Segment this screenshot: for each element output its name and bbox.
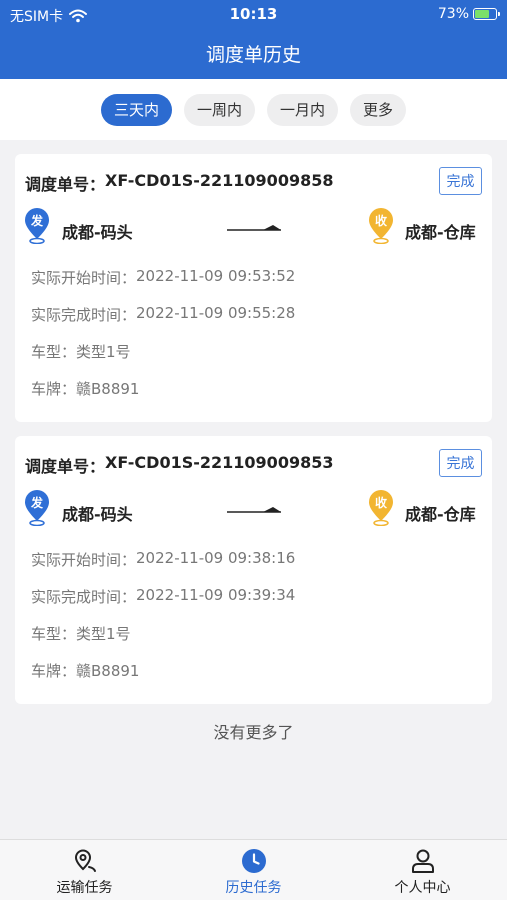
end-time-value: 2022-11-09 09:39:34 <box>136 586 296 604</box>
header: 无SIM卡 10:13 73% 调度单历史 <box>0 0 507 79</box>
start-time-row: 实际开始时间： 2022-11-09 09:53:52 <box>31 267 295 304</box>
tab-personal-center[interactable]: 个人中心 <box>338 840 507 900</box>
vehicle-type-row: 车型： 类型1号 <box>31 341 295 378</box>
page-title: 调度单历史 <box>205 44 301 66</box>
route: 发 成都-码头 收 成都-仓库 <box>23 208 484 246</box>
filter-one-month[interactable]: 一月内 <box>267 93 339 126</box>
tab-history-tasks[interactable]: 历史任务 <box>169 840 338 900</box>
origin-badge: 发 <box>30 496 43 510</box>
start-time-row: 实际开始时间： 2022-11-09 09:38:16 <box>31 549 295 586</box>
battery-percent: 73% <box>437 6 469 22</box>
end-time-value: 2022-11-09 09:55:28 <box>136 304 296 322</box>
route: 发 成都-码头 收 成都-仓库 <box>23 490 484 528</box>
destination-badge: 收 <box>374 496 387 510</box>
order-card[interactable]: 调度单号： XF-CD01S-221109009853 完成 发 成都-码头 收… <box>15 436 492 704</box>
order-number: 调度单号： XF-CD01S-221109009858 <box>25 171 333 195</box>
list-end-text: 没有更多了 <box>213 723 294 742</box>
end-time-row: 实际完成时间： 2022-11-09 09:55:28 <box>31 304 295 341</box>
order-number-value: XF-CD01S-221109009853 <box>105 453 334 472</box>
vehicle-type-value: 类型1号 <box>76 343 131 361</box>
destination-city: 成都-仓库 <box>405 505 476 524</box>
plate-value: 赣B8891 <box>76 662 140 680</box>
vehicle-type-label: 车型： <box>31 343 77 361</box>
destination-pin-icon: 收 <box>367 208 395 245</box>
end-time-label: 实际完成时间： <box>31 306 137 324</box>
end-time-label: 实际完成时间： <box>31 588 137 606</box>
tab-label: 个人中心 <box>394 880 451 896</box>
start-time-label: 实际开始时间： <box>31 269 137 287</box>
status-bar: 无SIM卡 10:13 73% <box>0 0 507 30</box>
plate-label: 车牌： <box>31 380 77 398</box>
filter-bar: 三天内 一周内 一月内 更多 <box>0 79 507 140</box>
tab-label: 历史任务 <box>225 880 282 896</box>
end-time-row: 实际完成时间： 2022-11-09 09:39:34 <box>31 586 295 623</box>
order-number: 调度单号： XF-CD01S-221109009853 <box>25 453 333 477</box>
origin-pin-icon: 发 <box>23 490 51 527</box>
battery-icon <box>473 8 500 20</box>
origin-city: 成都-码头 <box>62 223 133 242</box>
location-pin-icon <box>74 849 96 872</box>
filter-one-week[interactable]: 一周内 <box>183 93 255 126</box>
start-time-value: 2022-11-09 09:53:52 <box>136 267 296 285</box>
order-details: 实际开始时间： 2022-11-09 09:53:52 实际完成时间： 2022… <box>31 267 295 415</box>
status-badge: 完成 <box>439 167 482 195</box>
order-number-label: 调度单号： <box>25 457 106 476</box>
order-card[interactable]: 调度单号： XF-CD01S-221109009858 完成 发 成都-码头 收… <box>15 154 492 422</box>
filter-three-days[interactable]: 三天内 <box>100 93 172 126</box>
destination-pin-icon: 收 <box>367 490 395 527</box>
tab-bar: 运输任务 历史任务 个人中心 <box>0 839 507 900</box>
start-time-value: 2022-11-09 09:38:16 <box>136 549 296 567</box>
vehicle-type-row: 车型： 类型1号 <box>31 623 295 660</box>
order-details: 实际开始时间： 2022-11-09 09:38:16 实际完成时间： 2022… <box>31 549 295 697</box>
plate-value: 赣B8891 <box>76 380 140 398</box>
order-number-value: XF-CD01S-221109009858 <box>105 171 334 190</box>
filter-more[interactable]: 更多 <box>350 93 407 126</box>
route-arrow-icon <box>227 507 281 513</box>
clock-icon <box>241 849 266 873</box>
origin-pin-icon: 发 <box>23 208 51 245</box>
vehicle-type-label: 车型： <box>31 625 77 643</box>
start-time-label: 实际开始时间： <box>31 551 137 569</box>
origin-badge: 发 <box>30 214 43 228</box>
order-number-label: 调度单号： <box>25 175 106 194</box>
status-time: 10:13 <box>229 5 278 23</box>
vehicle-type-value: 类型1号 <box>76 625 131 643</box>
origin-city: 成都-码头 <box>62 505 133 524</box>
destination-city: 成都-仓库 <box>405 223 476 242</box>
status-badge: 完成 <box>439 449 482 477</box>
plate-row: 车牌： 赣B8891 <box>31 660 295 697</box>
route-arrow-icon <box>227 225 281 231</box>
plate-row: 车牌： 赣B8891 <box>31 378 295 415</box>
plate-label: 车牌： <box>31 662 77 680</box>
tab-label: 运输任务 <box>56 880 113 896</box>
destination-badge: 收 <box>374 214 387 228</box>
person-icon <box>411 849 434 873</box>
tab-transport-tasks[interactable]: 运输任务 <box>0 840 169 900</box>
